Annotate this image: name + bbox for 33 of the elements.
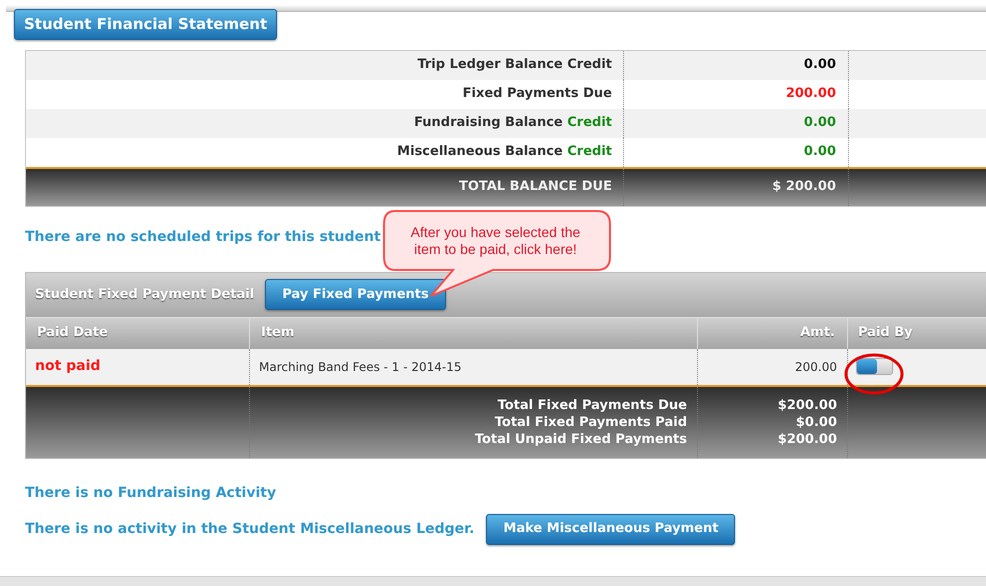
callout-text: After you have selected the item to be paid, click here! <box>410 224 582 258</box>
balance-label: Fixed Payments Due <box>462 86 612 102</box>
pay-fixed-payments-button[interactable]: Pay Fixed Payments <box>265 279 446 310</box>
total-label: Total Fixed Payments Due <box>498 396 687 414</box>
total-value: $0.00 <box>796 414 837 430</box>
no-trips-message: There are no scheduled trips for this student <box>25 228 381 244</box>
no-misc-message: There is no activity in the Student Miscellaneous Ledger. <box>25 520 474 538</box>
column-header: Paid Date <box>37 324 108 342</box>
balance-label: Trip Ledger Balance Credit <box>417 57 612 72</box>
total-value: $200.00 <box>778 396 837 414</box>
column-header: Paid By <box>858 324 913 342</box>
highlight-circle <box>843 352 905 396</box>
total-balance-label: TOTAL BALANCE DUE <box>458 179 612 194</box>
total-label: Total Unpaid Fixed Payments <box>474 430 687 448</box>
balance-value: 0.00 <box>804 56 836 74</box>
panel-title: Student Fixed Payment Detail <box>35 286 254 304</box>
balance-value: 0.00 <box>804 143 836 162</box>
total-balance-value: $ 200.00 <box>772 178 836 196</box>
amount-cell-text: 200.00 <box>795 358 837 376</box>
no-fundraising-message: There is no Fundraising Activity <box>25 484 276 500</box>
item-cell-text: Marching Band Fees - 1 - 2014-15 <box>259 358 462 376</box>
balance-label: Fundraising Balance Credit <box>414 115 612 130</box>
total-value: $200.00 <box>778 430 837 448</box>
total-label: Total Fixed Payments Paid <box>494 414 687 430</box>
section-title: Student Financial Statement <box>14 9 278 40</box>
column-header: Item <box>261 324 294 342</box>
balance-value: 200.00 <box>786 85 836 104</box>
balance-value: 0.00 <box>804 114 836 132</box>
column-header: Amt. <box>800 324 835 342</box>
paid-by-toggle[interactable] <box>856 358 893 375</box>
balance-label: Miscellaneous Balance Credit <box>397 144 612 160</box>
make-misc-payment-button[interactable]: Make Miscellaneous Payment <box>486 514 736 544</box>
paid-date-cell-text: not paid <box>35 357 100 376</box>
